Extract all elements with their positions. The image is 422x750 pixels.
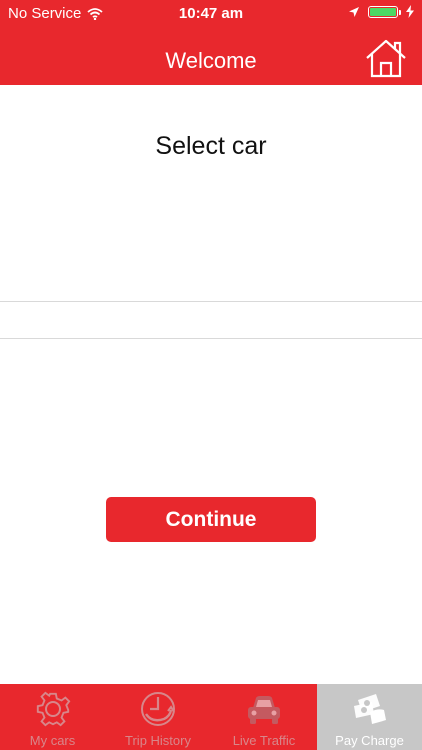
car-picker[interactable] xyxy=(0,301,422,339)
car-icon xyxy=(248,696,280,724)
tab-bar: My cars Trip History Live Traffic Pay Ch… xyxy=(0,684,422,750)
status-bar: No Service 10:47 am xyxy=(0,0,422,28)
page-title: Select car xyxy=(155,132,267,160)
battery-level xyxy=(370,7,396,16)
tab-my-cars[interactable]: My cars xyxy=(0,684,105,750)
gear-icon xyxy=(36,691,70,727)
home-icon xyxy=(366,39,406,78)
tab-pay-charge[interactable]: Pay Charge xyxy=(317,684,422,750)
tab-trip-history[interactable]: Trip History xyxy=(105,684,211,750)
charging-bolt-icon xyxy=(406,5,414,18)
location-arrow-icon xyxy=(349,6,359,17)
tab-live-traffic[interactable]: Live Traffic xyxy=(211,684,317,750)
status-right xyxy=(348,5,414,18)
tab-label: Pay Charge xyxy=(335,733,404,748)
home-button[interactable] xyxy=(364,38,408,78)
nav-title: Welcome xyxy=(165,48,257,73)
tab-label: My cars xyxy=(29,733,76,748)
tab-label: Trip History xyxy=(125,733,191,748)
continue-button[interactable]: Continue xyxy=(106,497,316,542)
battery-icon xyxy=(368,5,401,18)
clock-history-icon xyxy=(141,692,175,726)
nav-bar: Welcome xyxy=(0,28,422,85)
money-hand-icon xyxy=(353,694,386,724)
tab-label: Live Traffic xyxy=(232,733,296,748)
